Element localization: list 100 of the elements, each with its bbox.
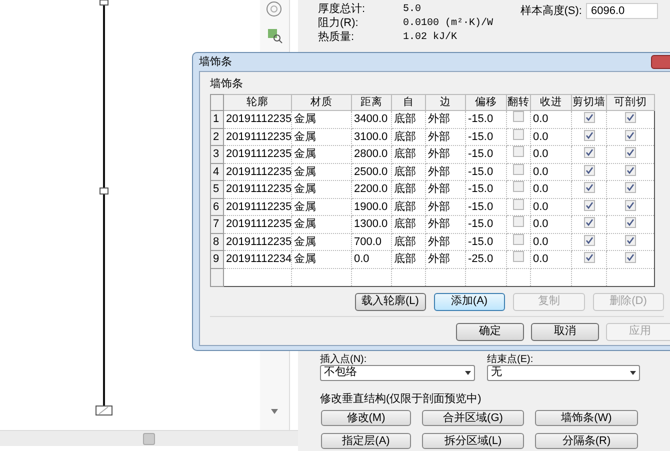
checkbox[interactable] [513,128,524,140]
table-cell: 底部 [392,128,426,146]
table-cell: -15.0 [466,146,506,164]
table-cell: 20191112235 [224,233,292,251]
table-cell: 底部 [392,163,426,181]
table-cell: -15.0 [466,216,506,234]
sample-height-field[interactable]: 6096.0 [586,3,658,19]
property-value: 0.0100 (m²·K)/W [403,16,494,30]
property-value: 1.02 kJ/K [403,30,458,44]
checkbox[interactable] [584,164,594,176]
table-cell: 外部 [426,233,466,251]
checkbox[interactable] [625,182,636,194]
column-header: 轮廓 [224,94,292,111]
table-cell: -15.0 [466,180,506,198]
checkbox[interactable] [625,164,636,176]
horizontal-scrollbar[interactable] [0,430,298,446]
table-cell: 0.0 [352,250,392,268]
structure-button[interactable]: 修改(M) [321,410,411,426]
column-header: 边 [426,94,466,111]
dropdown[interactable]: 不包络 [320,364,475,380]
row-number: 6 [210,198,224,216]
checkbox[interactable] [584,234,594,246]
column-header: 材质 [292,94,352,111]
checkbox[interactable] [513,216,524,228]
dialog-button[interactable]: 确定 [456,322,524,341]
table-cell: 20191112235 [224,163,292,181]
checkbox[interactable] [584,147,594,158]
checkbox[interactable] [584,182,594,194]
structure-button[interactable]: 分隔条(R) [535,433,638,449]
table-cell: 底部 [392,216,426,234]
structure-button[interactable]: 拆分区域(L) [422,433,524,449]
table-cell: 20191112235 [224,110,292,128]
column-header: 偏移 [466,94,506,111]
table-cell: 0.0 [530,110,572,128]
table-cell: 20191112235 [224,216,292,234]
table-cell: 底部 [392,180,426,198]
table-cell: 3100.0 [352,128,392,146]
checkbox[interactable] [513,198,524,210]
table-cell: 外部 [426,180,466,198]
table-cell: 底部 [392,198,426,216]
property-label: 厚度总计: [318,2,366,17]
checkbox[interactable] [625,147,636,158]
row-number: 9 [210,250,224,268]
table-cell: 金属 [292,128,352,146]
table-cell: 20191112234 [224,250,292,268]
table-cell: 底部 [392,250,426,268]
dropdown-label: 结束点(E): [487,354,534,364]
dropdown[interactable]: 无 [487,364,640,380]
checkbox[interactable] [584,112,594,124]
structure-button[interactable]: 指定层(A) [321,433,411,449]
dialog-button[interactable]: 添加(A) [434,292,505,311]
scrollbar-thumb[interactable] [143,432,155,444]
property-value: 5.0 [403,2,422,16]
checkbox[interactable] [513,234,524,245]
table-cell: 2800.0 [352,146,392,164]
table-cell: -15.0 [466,110,506,128]
column-header: 自 [392,94,426,111]
table-cell: 20191112235 [224,146,292,164]
checkbox[interactable] [625,130,636,141]
table-cell: 外部 [426,250,466,268]
checkbox[interactable] [513,251,524,262]
checkbox[interactable] [625,234,636,246]
table-cell: -15.0 [466,163,506,181]
table-cell: 0.0 [530,198,572,216]
table-cell: 金属 [292,250,352,268]
table-cell: 0.0 [530,128,572,146]
table-cell: 0.0 [530,233,572,251]
table-cell: 金属 [292,163,352,181]
table-cell: 金属 [292,146,352,164]
checkbox[interactable] [584,200,594,211]
checkbox[interactable] [625,217,636,228]
row-number: 3 [210,146,224,164]
structure-button[interactable]: 合并区域(G) [422,410,524,426]
checkbox[interactable] [625,112,636,124]
checkbox[interactable] [513,181,524,192]
checkbox[interactable] [584,217,594,228]
checkbox[interactable] [513,146,524,158]
zoom-icon[interactable] [266,28,282,44]
table-cell: 2200.0 [352,180,392,198]
table-cell: 底部 [392,110,426,128]
checkbox[interactable] [625,200,636,211]
checkbox[interactable] [584,252,594,264]
table-cell: 20191112235 [224,198,292,216]
table-cell: 金属 [292,233,352,251]
scroll-down-icon[interactable] [271,409,278,414]
column-header: 距离 [352,94,392,111]
table-cell: 外部 [426,128,466,146]
table-cell: 金属 [292,198,352,216]
dialog-button[interactable]: 取消 [531,322,599,341]
table-cell: 1300.0 [352,216,392,234]
dialog-button[interactable]: 载入轮廓(L) [355,292,426,311]
row-number: 5 [210,180,224,198]
checkbox[interactable] [584,130,594,141]
checkbox[interactable] [513,164,524,175]
structure-button[interactable]: 墙饰条(W) [535,410,638,426]
table-cell: 金属 [292,216,352,234]
row-number: 1 [210,110,224,128]
checkbox[interactable] [513,111,524,122]
checkbox[interactable] [625,252,636,264]
table-cell: 金属 [292,180,352,198]
